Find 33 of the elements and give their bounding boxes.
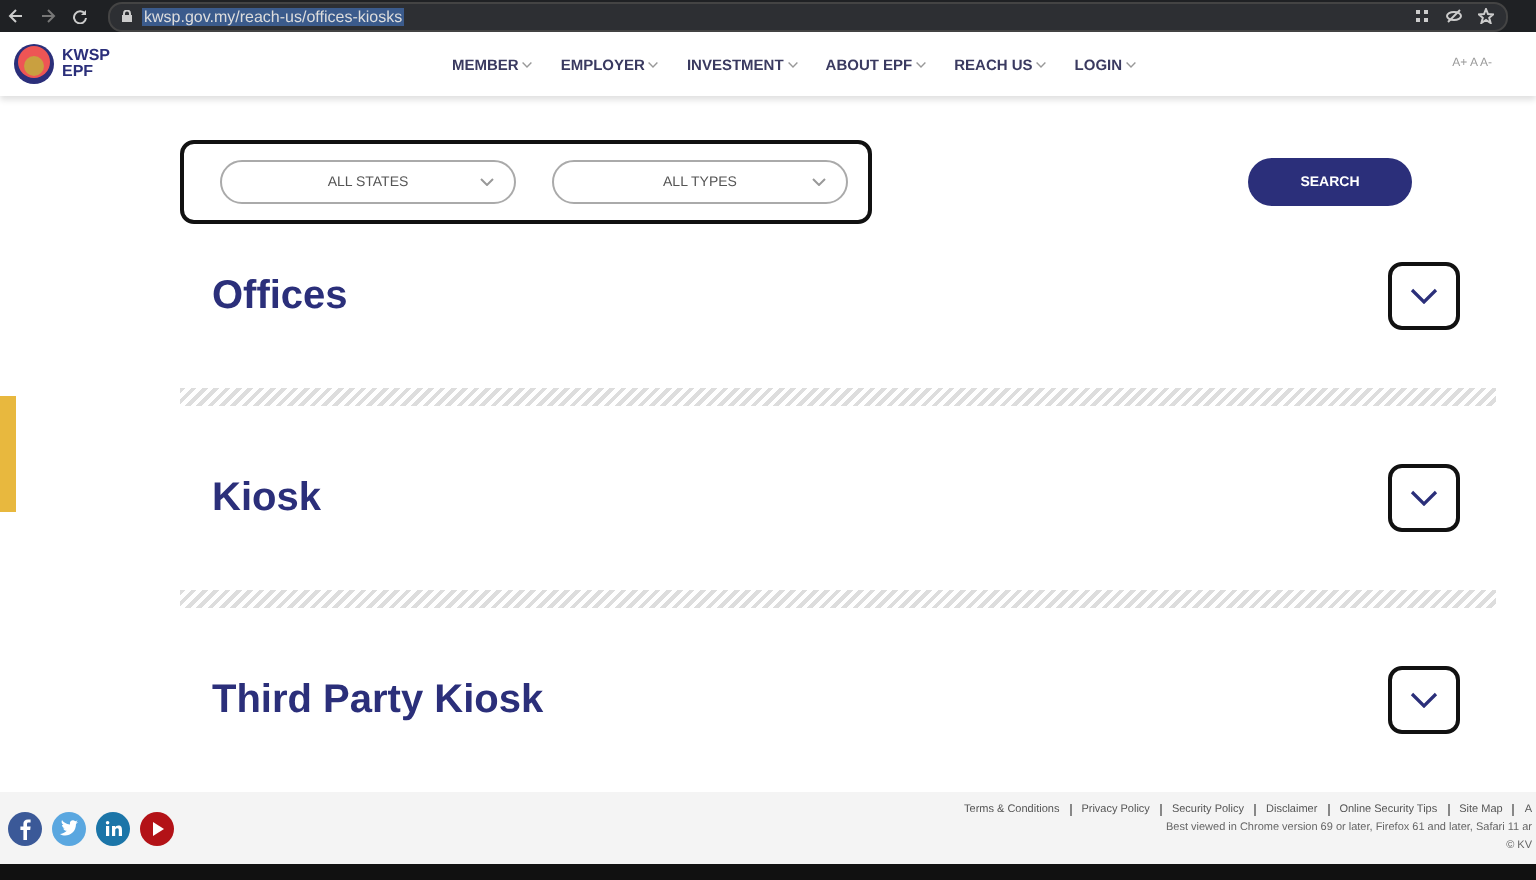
qr-icon[interactable] <box>1414 8 1430 24</box>
url-text: kwsp.gov.my/reach-us/offices-kiosks <box>142 7 405 25</box>
caret-icon <box>916 62 927 69</box>
caret-icon <box>522 62 533 69</box>
section-title: Third Party Kiosk <box>212 677 544 723</box>
caret-icon <box>648 62 659 69</box>
youtube-icon[interactable] <box>140 811 174 845</box>
caret-icon <box>787 62 798 69</box>
chevron-down-icon <box>1410 288 1438 304</box>
caret-icon <box>1126 62 1137 69</box>
chevron-down-icon <box>1410 490 1438 506</box>
facebook-icon[interactable] <box>8 811 42 845</box>
logo-emblem-icon[interactable] <box>12 42 56 86</box>
logo-text: KWSP <box>62 48 110 64</box>
section-title: Offices <box>212 273 348 319</box>
logo-text: EPF <box>62 64 96 80</box>
chevron-down-icon <box>480 178 494 186</box>
linkedin-icon[interactable] <box>96 811 130 845</box>
address-bar[interactable]: kwsp.gov.my/reach-us/offices-kiosks <box>108 1 1508 31</box>
back-icon[interactable] <box>8 8 24 24</box>
expand-toggle[interactable] <box>1388 464 1460 532</box>
expand-toggle[interactable] <box>1388 666 1460 734</box>
caret-icon <box>1036 62 1047 69</box>
lock-icon <box>122 10 132 22</box>
twitter-icon[interactable] <box>52 811 86 845</box>
star-icon[interactable] <box>1478 8 1494 24</box>
eye-slash-icon[interactable] <box>1446 8 1462 24</box>
reload-icon[interactable] <box>72 8 88 24</box>
chevron-down-icon <box>1410 692 1438 708</box>
expand-toggle[interactable] <box>1388 262 1460 330</box>
forward-icon[interactable] <box>40 8 56 24</box>
chevron-down-icon <box>812 178 826 186</box>
section-title: Kiosk <box>212 475 321 521</box>
